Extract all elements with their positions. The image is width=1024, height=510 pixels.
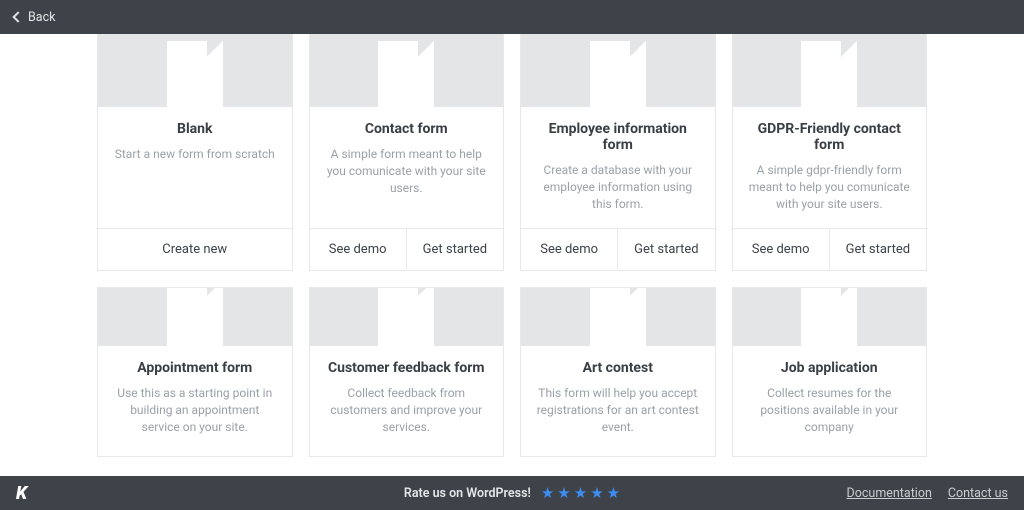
star-icon: ★ [541, 486, 554, 501]
star-icon: ★ [574, 486, 587, 501]
get-started-button[interactable]: Get started [406, 229, 503, 270]
template-row-2: Appointment form Use this as a starting … [97, 287, 927, 457]
template-card-appointment-form: Appointment form Use this as a starting … [97, 287, 293, 457]
document-icon [590, 41, 646, 107]
contact-us-link[interactable]: Contact us [948, 486, 1008, 501]
template-description: Use this as a starting point in building… [112, 385, 278, 435]
template-preview [310, 34, 504, 107]
template-card-employee-information-form: Employee information form Create a datab… [520, 34, 716, 271]
create-new-button[interactable]: Create new [98, 229, 292, 270]
template-description: A simple form meant to help you comunica… [324, 146, 490, 196]
documentation-link[interactable]: Documentation [847, 486, 932, 501]
star-icon: ★ [590, 486, 603, 501]
document-icon [167, 288, 223, 346]
back-button[interactable]: Back [14, 10, 55, 25]
template-card-gdpr-friendly-contact-form: GDPR-Friendly contact form A simple gdpr… [732, 34, 928, 271]
see-demo-button[interactable]: See demo [521, 229, 617, 270]
bottombar: K Rate us on WordPress! ★ ★ ★ ★ ★ Docume… [0, 476, 1024, 510]
document-icon [167, 41, 223, 107]
template-card-blank: Blank Start a new form from scratch Crea… [97, 34, 293, 271]
template-description: Start a new form from scratch [112, 146, 278, 163]
back-label: Back [28, 10, 55, 25]
get-started-button[interactable]: Get started [617, 229, 714, 270]
star-icon: ★ [557, 486, 570, 501]
template-card-art-contest: Art contest This form will help you acce… [520, 287, 716, 457]
template-preview [521, 34, 715, 107]
template-preview [310, 288, 504, 346]
template-preview [98, 34, 292, 107]
document-icon [378, 41, 434, 107]
document-icon [590, 288, 646, 346]
brand-logo: K [16, 483, 26, 504]
template-title: Employee information form [535, 121, 701, 153]
template-card-job-application: Job application Collect resumes for the … [732, 287, 928, 457]
chevron-left-icon [12, 11, 23, 22]
rate-us-label: Rate us on WordPress! [404, 486, 531, 501]
see-demo-button[interactable]: See demo [733, 229, 829, 270]
template-title: Customer feedback form [324, 360, 490, 376]
template-card-contact-form: Contact form A simple form meant to help… [309, 34, 505, 271]
template-title: Contact form [324, 121, 490, 137]
star-icon: ★ [607, 486, 620, 501]
template-card-customer-feedback-form: Customer feedback form Collect feedback … [309, 287, 505, 457]
template-title: Blank [112, 121, 278, 137]
template-description: Collect feedback from customers and impr… [324, 385, 490, 435]
template-title: GDPR-Friendly contact form [747, 121, 913, 153]
template-title: Appointment form [112, 360, 278, 376]
get-started-button[interactable]: Get started [829, 229, 926, 270]
see-demo-button[interactable]: See demo [310, 229, 406, 270]
template-description: A simple gdpr-friendly form meant to hel… [747, 162, 913, 212]
document-icon [801, 288, 857, 346]
template-title: Job application [747, 360, 913, 376]
template-preview [521, 288, 715, 346]
template-title: Art contest [535, 360, 701, 376]
template-description: Collect resumes for the positions availa… [747, 385, 913, 435]
template-preview [733, 288, 927, 346]
template-row-1: Blank Start a new form from scratch Crea… [97, 34, 927, 271]
template-preview [98, 288, 292, 346]
template-description: Create a database with your employee inf… [535, 162, 701, 212]
rate-us-group: Rate us on WordPress! ★ ★ ★ ★ ★ [404, 486, 620, 501]
template-description: This form will help you accept registrat… [535, 385, 701, 435]
template-preview [733, 34, 927, 107]
rating-stars[interactable]: ★ ★ ★ ★ ★ [541, 486, 620, 501]
document-icon [378, 288, 434, 346]
template-gallery: Blank Start a new form from scratch Crea… [0, 34, 1024, 476]
document-icon [801, 41, 857, 107]
topbar: Back [0, 0, 1024, 34]
